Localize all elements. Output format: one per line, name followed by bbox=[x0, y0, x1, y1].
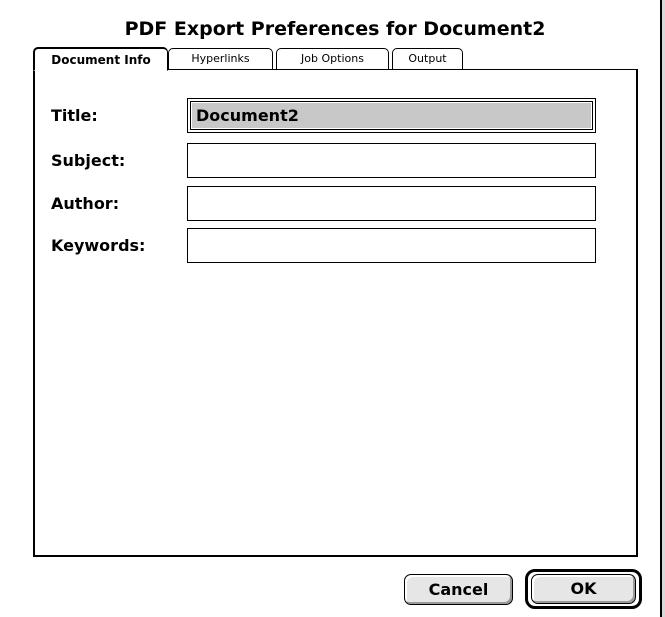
dialog-title: PDF Export Preferences for Document2 bbox=[124, 18, 546, 40]
title-label: Title: bbox=[51, 106, 98, 125]
subject-field[interactable] bbox=[187, 143, 596, 178]
author-field[interactable] bbox=[187, 186, 596, 221]
title-field[interactable]: Document2 bbox=[187, 98, 596, 133]
tab-document-info[interactable]: Document Info bbox=[33, 47, 168, 71]
keywords-label: Keywords: bbox=[51, 236, 146, 255]
ok-button[interactable]: OK bbox=[531, 574, 636, 604]
cancel-button[interactable]: Cancel bbox=[404, 574, 513, 605]
title-field-value: Document2 bbox=[192, 103, 591, 128]
keywords-field[interactable] bbox=[187, 228, 596, 263]
subject-label: Subject: bbox=[51, 151, 126, 170]
tab-job-options[interactable]: Job Options bbox=[276, 48, 389, 69]
author-label: Author: bbox=[51, 194, 120, 213]
tab-hyperlinks[interactable]: Hyperlinks bbox=[168, 48, 273, 69]
tab-output[interactable]: Output bbox=[392, 48, 463, 69]
